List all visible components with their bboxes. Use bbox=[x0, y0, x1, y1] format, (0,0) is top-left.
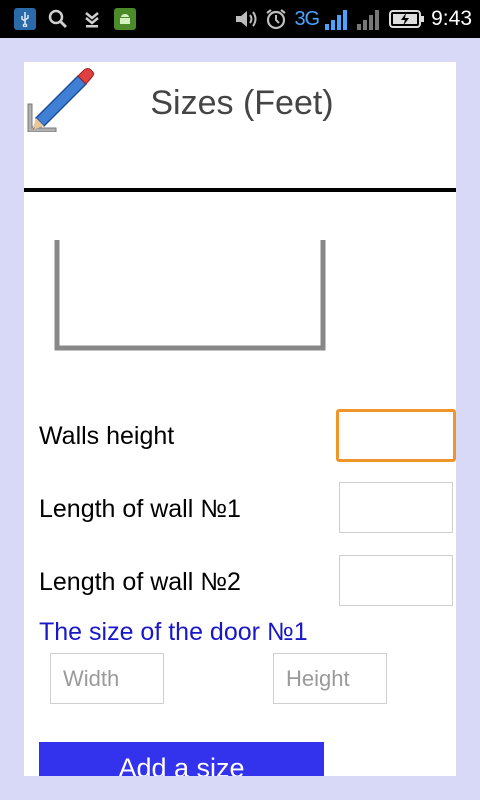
header-divider bbox=[24, 188, 456, 192]
volume-icon bbox=[234, 7, 258, 31]
wall1-length-input[interactable] bbox=[339, 482, 453, 533]
door1-width-input[interactable] bbox=[50, 653, 164, 704]
battery-icon bbox=[389, 8, 425, 30]
wall2-length-label: Length of wall №2 bbox=[39, 568, 241, 596]
door1-height-input[interactable] bbox=[273, 653, 387, 704]
clock-time: 9:43 bbox=[431, 7, 472, 30]
download-icon bbox=[80, 7, 104, 31]
door1-section-title: The size of the door №1 bbox=[39, 618, 308, 646]
page-title: Sizes (Feet) bbox=[150, 84, 334, 122]
room-walls-diagram bbox=[54, 240, 328, 354]
pencil-ruler-icon bbox=[26, 64, 96, 133]
usb-icon bbox=[14, 8, 36, 30]
network-type: 3G bbox=[294, 7, 320, 30]
signal-icon bbox=[325, 6, 383, 32]
add-size-button[interactable]: Add a size bbox=[39, 742, 324, 776]
alarm-icon bbox=[264, 7, 288, 31]
walls-height-input[interactable] bbox=[336, 409, 456, 462]
status-bar: 3G 9:43 bbox=[0, 0, 480, 38]
wall1-length-label: Length of wall №1 bbox=[39, 495, 241, 523]
search-icon bbox=[46, 7, 70, 31]
wall2-length-input[interactable] bbox=[339, 555, 453, 606]
android-icon bbox=[114, 8, 136, 30]
sizes-form-card: Sizes (Feet) Walls height Length of wall… bbox=[24, 62, 456, 776]
header: Sizes (Feet) bbox=[24, 62, 456, 190]
walls-height-label: Walls height bbox=[39, 422, 175, 450]
